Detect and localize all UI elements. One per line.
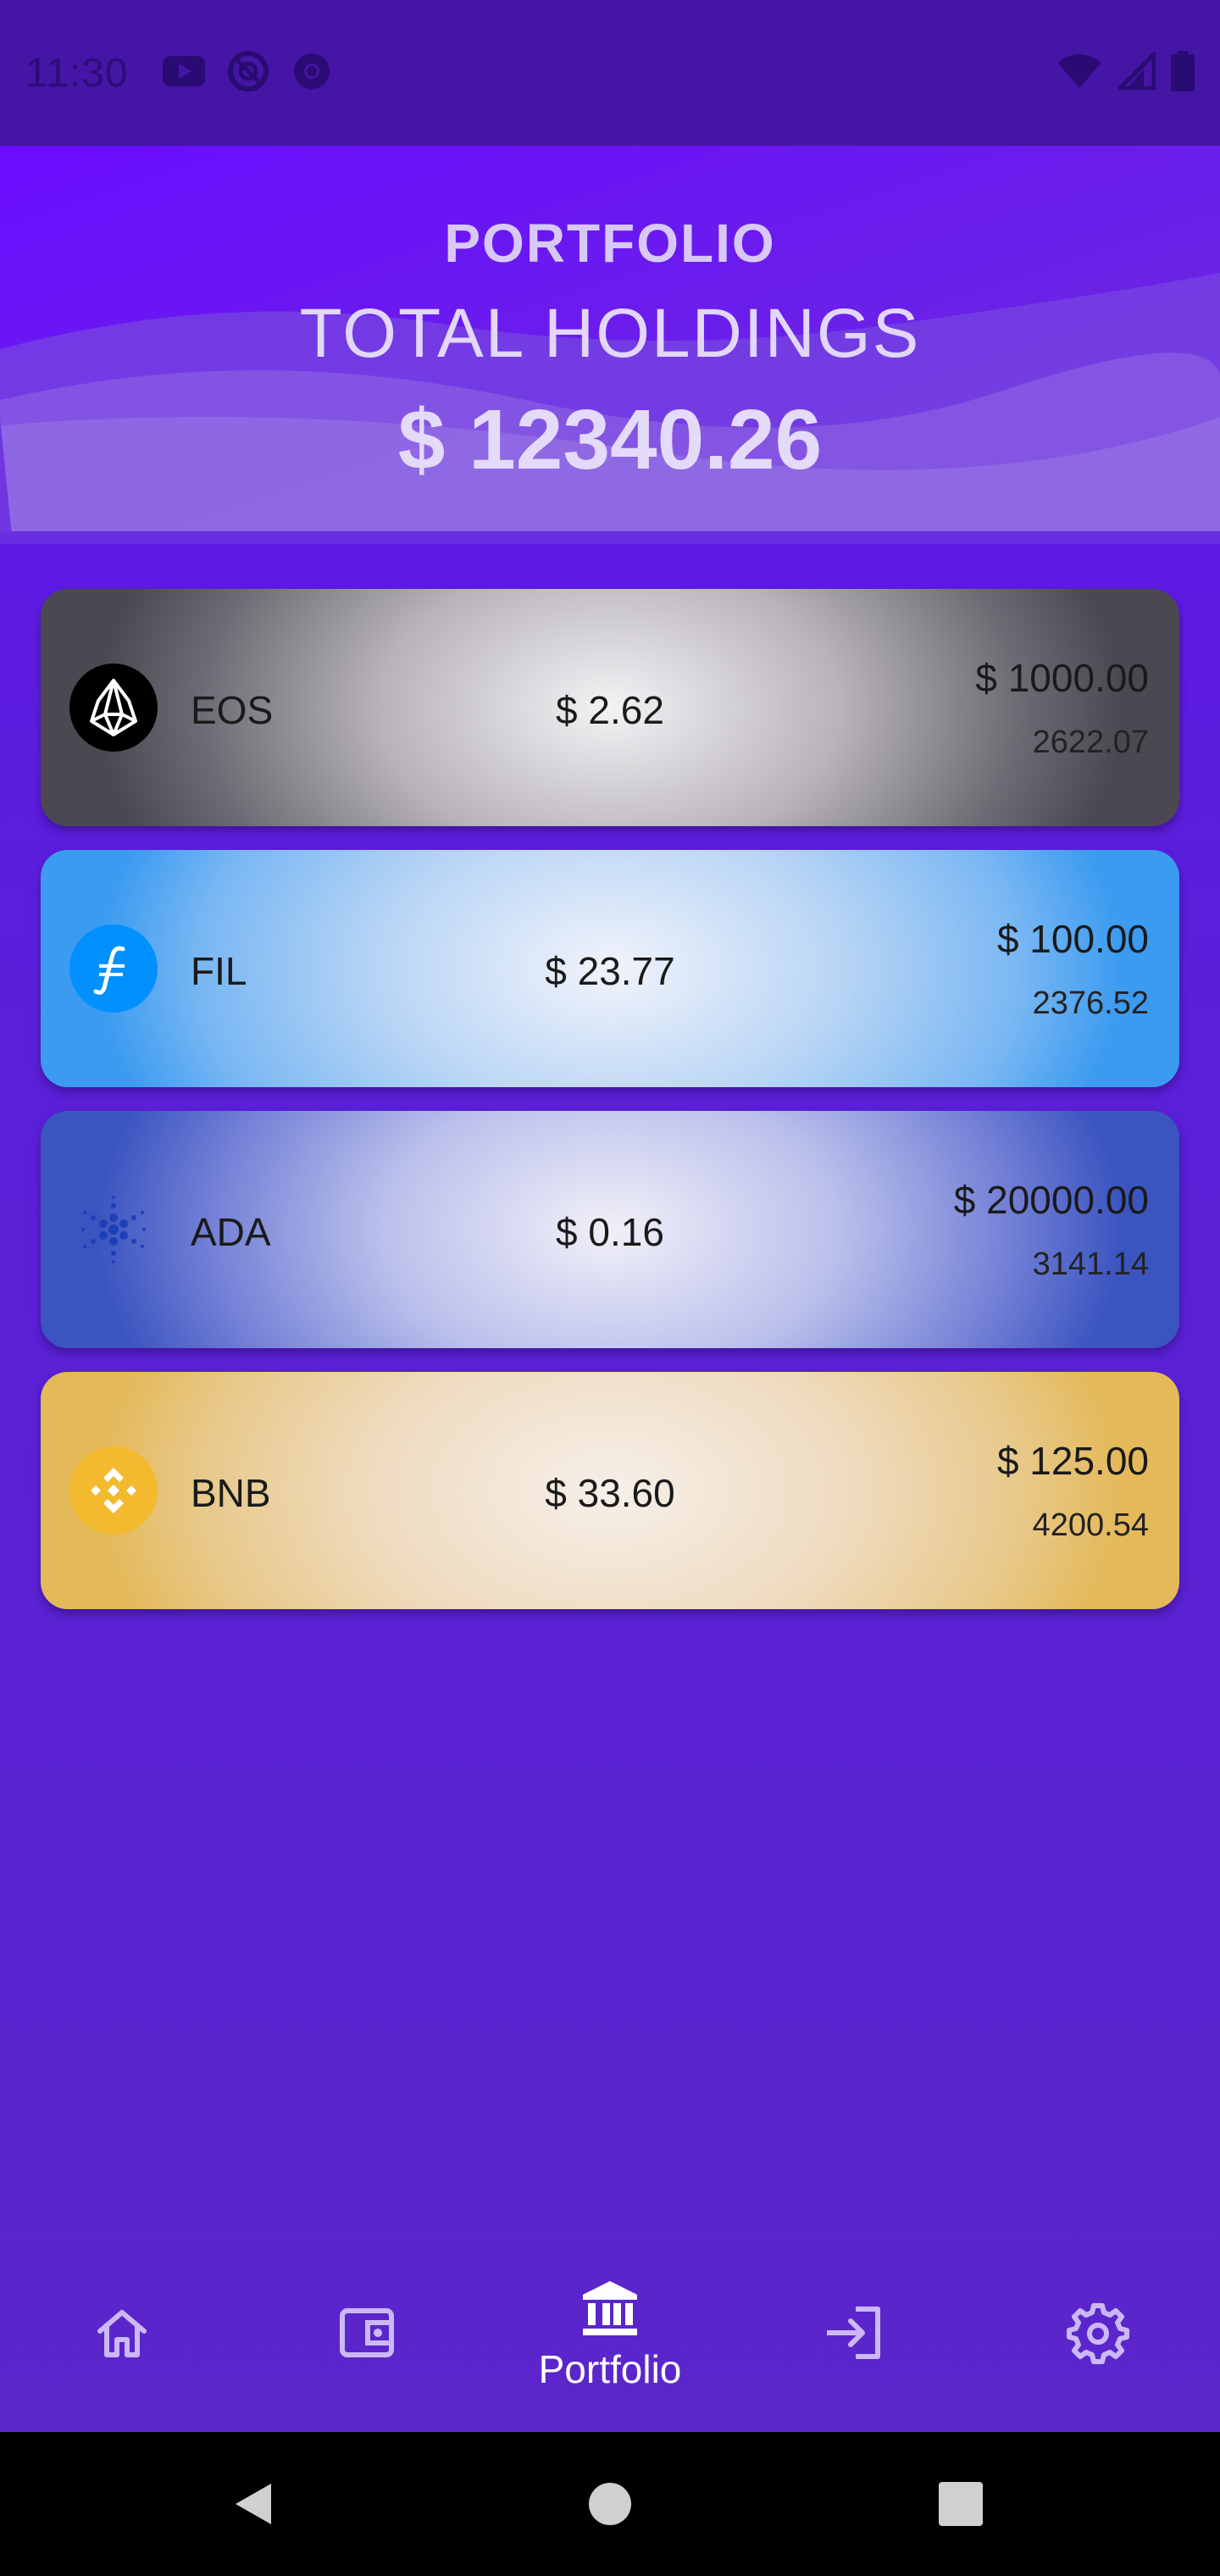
coin-amount: $ 1000.00 [975, 656, 1149, 700]
coin-card-ada[interactable]: ADA $ 0.16 $ 20000.00 3141.14 [41, 1111, 1179, 1348]
total-holdings-label: TOTAL HOLDINGS [299, 295, 921, 372]
system-status-icons [1056, 48, 1195, 96]
wallet-icon [336, 2302, 396, 2368]
coin-amount: $ 100.00 [996, 917, 1149, 961]
wifi-icon [1056, 53, 1103, 94]
portfolio-header: PORTFOLIO TOTAL HOLDINGS $ 12340.26 [0, 146, 1220, 544]
nav-portfolio-label: Portfolio [538, 2346, 682, 2391]
coin-amount: $ 20000.00 [953, 1178, 1149, 1222]
page-title: PORTFOLIO [444, 213, 776, 274]
status-bar: 11:30 [0, 0, 1220, 146]
back-button[interactable] [195, 2432, 313, 2576]
nav-settings[interactable] [976, 2237, 1220, 2432]
coin-quantity: 2622.07 [1032, 724, 1149, 760]
app-screen: 11:30 PORTFOLIO TOTAL HOLDINGS $ 12340.2… [0, 0, 1220, 2576]
bottom-navigation: Portfolio [0, 2237, 1220, 2432]
coin-card-eos[interactable]: EOS $ 2.62 $ 1000.00 2622.07 [41, 589, 1179, 826]
vpn-icon [227, 50, 269, 97]
recents-icon [939, 2482, 983, 2526]
signal-icon [1114, 48, 1156, 94]
recents-button[interactable] [901, 2432, 1020, 2576]
login-icon [822, 2302, 886, 2368]
coin-quantity: 2376.52 [1032, 985, 1149, 1021]
chrome-icon [291, 51, 332, 96]
total-holdings-value: $ 12340.26 [397, 392, 823, 487]
nav-login[interactable] [732, 2237, 976, 2432]
home-button[interactable] [551, 2432, 669, 2576]
gear-icon [1066, 2301, 1130, 2369]
nav-home[interactable] [0, 2237, 244, 2432]
coin-quantity: 4200.54 [1032, 1507, 1149, 1543]
home-icon [92, 2302, 152, 2368]
home-circle-icon [589, 2483, 631, 2525]
coin-amount: $ 125.00 [996, 1439, 1149, 1483]
coin-quantity: 3141.14 [1032, 1246, 1149, 1282]
youtube-icon [162, 55, 205, 91]
back-icon [236, 2484, 271, 2524]
bank-icon [580, 2278, 640, 2343]
notification-icons [162, 50, 332, 97]
coin-list: EOS $ 2.62 $ 1000.00 2622.07 FIL $ 23.77… [41, 589, 1179, 1633]
status-time: 11:30 [25, 50, 129, 96]
nav-wallet[interactable] [244, 2237, 488, 2432]
nav-portfolio[interactable]: Portfolio [488, 2237, 732, 2432]
system-navigation-bar [0, 2432, 1220, 2576]
coin-card-bnb[interactable]: BNB $ 33.60 $ 125.00 4200.54 [41, 1372, 1179, 1609]
coin-card-fil[interactable]: FIL $ 23.77 $ 100.00 2376.52 [41, 850, 1179, 1087]
battery-icon [1171, 50, 1195, 96]
